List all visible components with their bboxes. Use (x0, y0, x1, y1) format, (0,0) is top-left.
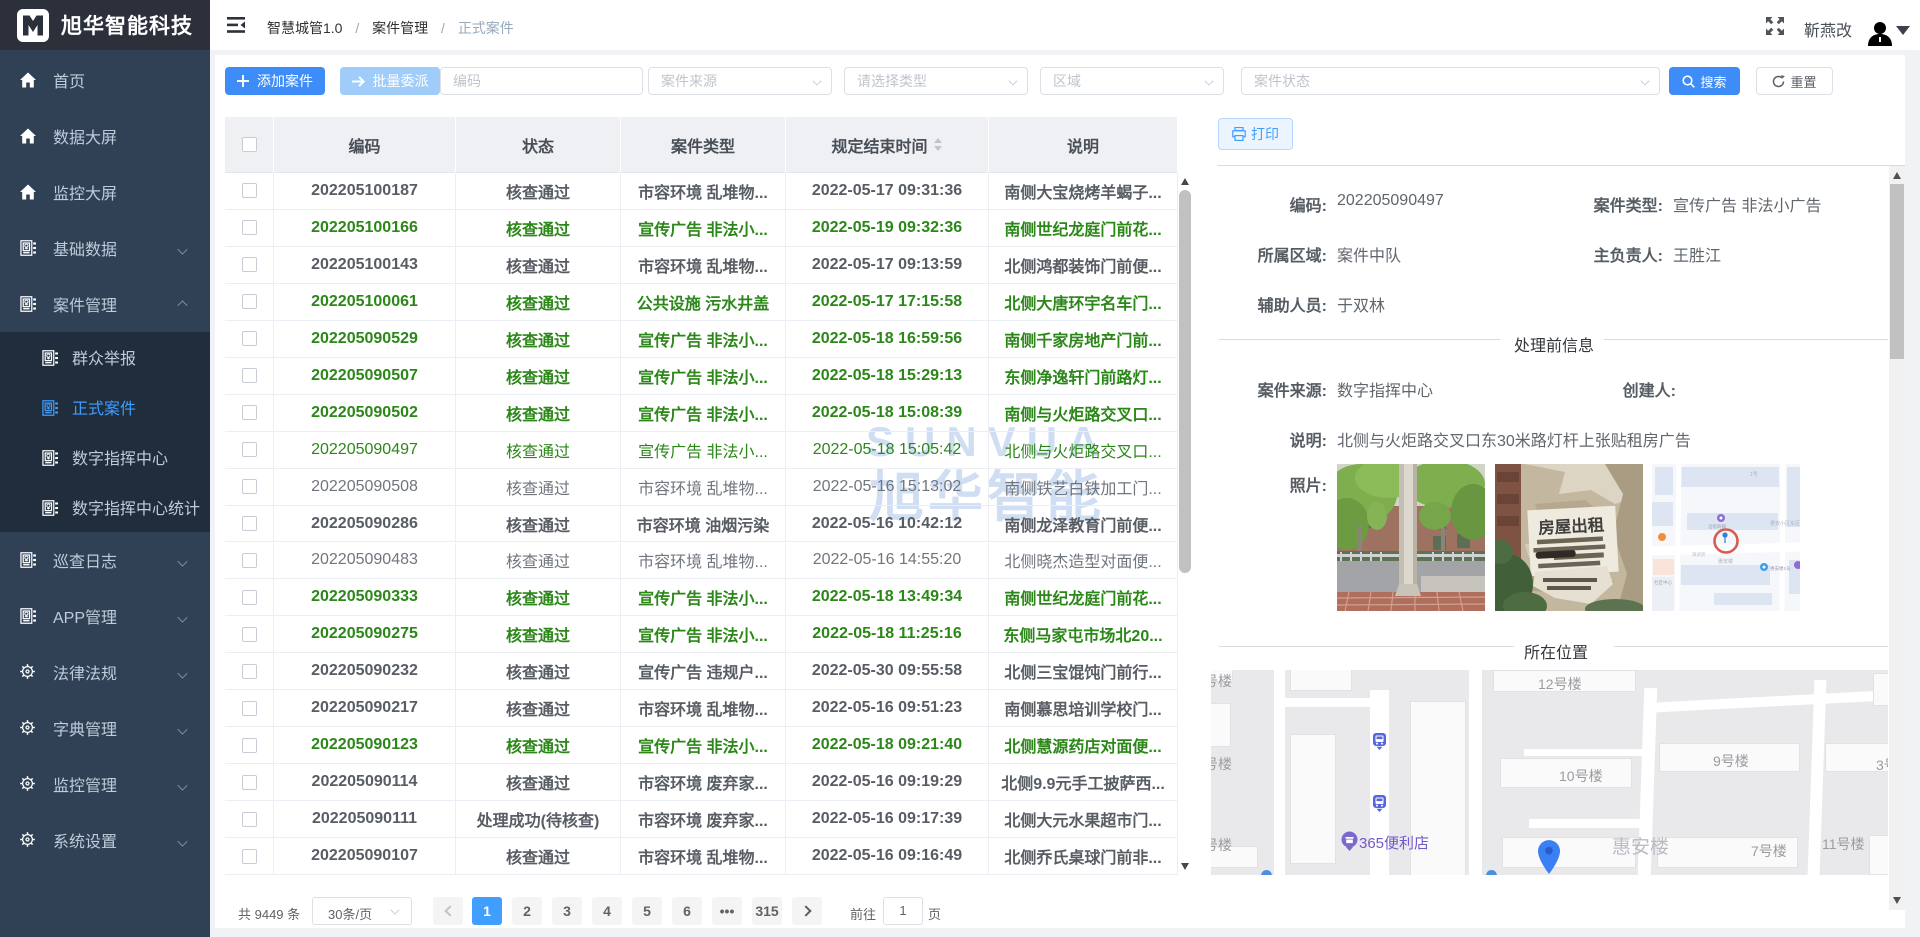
svg-text:演武街: 演武街 (1692, 551, 1706, 558)
svg-text:惠安小区东区: 惠安小区东区 (1770, 520, 1800, 527)
svg-text:社区中心: 社区中心 (1654, 579, 1672, 586)
svg-text:惠安楼: 惠安楼 (1718, 558, 1733, 565)
svg-text:惠安楼1号: 惠安楼1号 (1770, 565, 1791, 572)
svg-text:1号: 1号 (1750, 472, 1758, 478)
